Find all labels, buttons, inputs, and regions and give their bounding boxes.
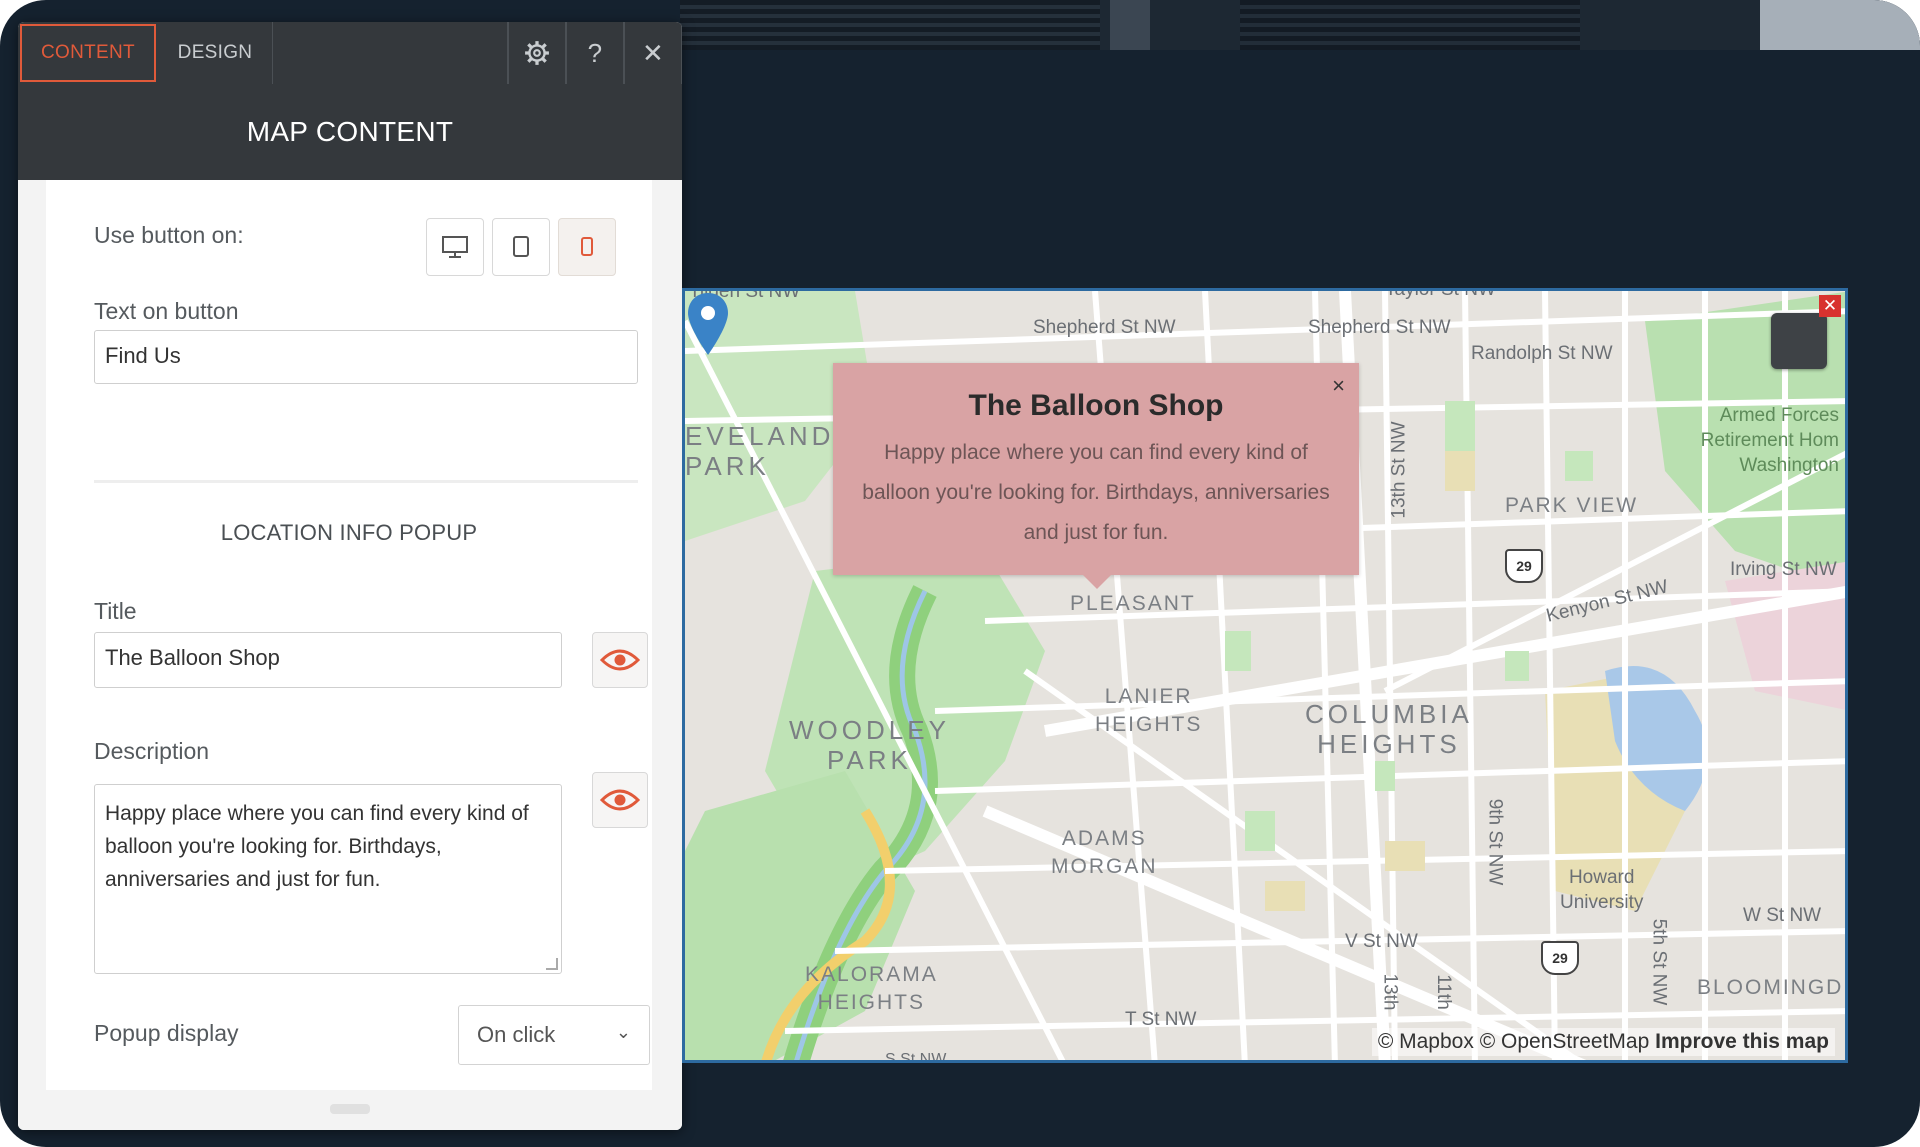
settings-button[interactable] (508, 22, 566, 84)
resize-handle[interactable] (546, 958, 558, 970)
attribution-mapbox-link[interactable]: © Mapbox (1378, 1030, 1474, 1053)
tab-spacer (273, 22, 508, 84)
map-park-label: Armed Forces Retirement Hom Washington (1700, 405, 1839, 476)
map-street-label: 13th St NW (1388, 421, 1410, 519)
map-marker-icon[interactable] (685, 291, 731, 357)
map-neighborhood-label: LANIER HEIGHTS (1095, 685, 1203, 736)
route-shield-icon: 29 (1505, 549, 1543, 583)
popup-display-label: Popup display (94, 1020, 239, 1046)
popup-display-value: On click (477, 1022, 556, 1047)
map-neighborhood-label: BLOOMINGD (1697, 976, 1844, 999)
tab-design[interactable]: DESIGN (158, 22, 273, 84)
map-neighborhood-label: ADAMS MORGAN (1051, 827, 1158, 878)
mobile-icon (581, 237, 593, 256)
panel-form: Use button on: Text on button Find Us LO… (46, 180, 652, 1090)
popup-description: Happy place where you can find every kin… (862, 441, 1330, 544)
chevron-down-icon: ⌄ (615, 1022, 631, 1042)
help-button[interactable]: ? (566, 22, 624, 84)
panel-tabs: CONTENT DESIGN ? ✕ (18, 22, 682, 84)
background-image (1110, 0, 1150, 50)
tab-content[interactable]: CONTENT (20, 24, 156, 82)
map-neighborhood-label: EVELAND PARK (685, 421, 835, 481)
map-street-label: 13th (1379, 973, 1401, 1011)
gear-icon (525, 41, 549, 65)
map-street-label: S St NW (885, 1051, 947, 1063)
panel-title: MAP CONTENT (18, 84, 682, 180)
map-neighborhood-label: PARK VIEW (1505, 494, 1639, 517)
improve-map-link[interactable]: Improve this map (1655, 1030, 1829, 1053)
use-button-on-label: Use button on: (94, 222, 244, 248)
popup-display-select[interactable]: On click ⌄ (458, 1005, 650, 1065)
map-street-label: Taylor St NW (1385, 288, 1496, 300)
device-mobile-button[interactable] (558, 218, 616, 276)
page-background-strip (680, 0, 1920, 50)
map-street-label: 5th St NW (1648, 918, 1670, 1006)
map-street-label: T St NW (1125, 1009, 1197, 1030)
map-layer-switcher[interactable] (1771, 313, 1827, 369)
title-label: Title (94, 598, 137, 624)
description-visibility-toggle[interactable] (592, 772, 648, 828)
map-settings-panel: CONTENT DESIGN ? ✕ MAP CONTENT Use butto… (18, 22, 682, 1130)
device-desktop-button[interactable] (426, 218, 484, 276)
section-title: LOCATION INFO POPUP (220, 520, 478, 545)
map-neighborhood-label: WOODLEY PARK (789, 715, 950, 775)
tablet-icon (513, 236, 529, 257)
editor-canvas: CONTENT DESIGN ? ✕ MAP CONTENT Use butto… (0, 0, 1920, 1147)
description-text: Happy place where you can find every kin… (105, 802, 529, 891)
eye-icon (600, 789, 640, 811)
close-panel-button[interactable]: ✕ (624, 22, 682, 84)
map-street-label: Irving St NW (1730, 559, 1837, 580)
map-street-label: V St NW (1345, 931, 1418, 952)
map-attribution: © Mapbox © OpenStreetMap Improve this ma… (1371, 1028, 1835, 1056)
map-street-label: 11th (1432, 974, 1454, 1010)
background-image (1760, 0, 1920, 50)
attribution-osm-link[interactable]: © OpenStreetMap (1480, 1030, 1650, 1053)
popup-pointer (1083, 575, 1111, 589)
description-label: Description (94, 738, 210, 764)
location-info-popup: × The Balloon Shop Happy place where you… (833, 363, 1359, 589)
map-street-label: W St NW (1743, 905, 1822, 926)
description-textarea[interactable]: Happy place where you can find every kin… (94, 784, 562, 974)
panel-body: Use button on: Text on button Find Us LO… (18, 180, 682, 1130)
text-on-button-input[interactable]: Find Us (94, 330, 638, 384)
background-image (1240, 0, 1580, 50)
divider (94, 480, 638, 483)
map-street-label: Shepherd St NW (1033, 317, 1176, 338)
panel-resize-grip[interactable] (330, 1104, 370, 1114)
route-shield-icon: 29 (1541, 941, 1579, 975)
eye-icon (600, 649, 640, 671)
popup-title: The Balloon Shop (968, 389, 1224, 422)
map-close-icon[interactable]: ✕ (1819, 295, 1841, 317)
desktop-icon (442, 236, 468, 258)
map-neighborhood-label: COLUMBIA HEIGHTS (1305, 699, 1473, 759)
map-street-label: Shepherd St NW (1308, 317, 1451, 338)
map-neighborhood-label: PLEASANT (1070, 592, 1196, 615)
background-image (680, 0, 1100, 50)
popup-close-button[interactable]: × (1332, 373, 1345, 399)
title-visibility-toggle[interactable] (592, 632, 648, 688)
map-landmark-label: Howard University (1560, 867, 1644, 913)
map-street-label: Randolph St NW (1471, 343, 1613, 364)
title-input[interactable]: The Balloon Shop (94, 632, 562, 688)
device-tablet-button[interactable] (492, 218, 550, 276)
map-widget[interactable]: Tilden St NW Taylor St NW Shepherd St NW… (682, 288, 1848, 1063)
map-neighborhood-label: KALORAMA HEIGHTS (805, 963, 938, 1014)
map-street-label: 9th St NW (1484, 798, 1506, 886)
text-on-button-label: Text on button (94, 298, 239, 324)
